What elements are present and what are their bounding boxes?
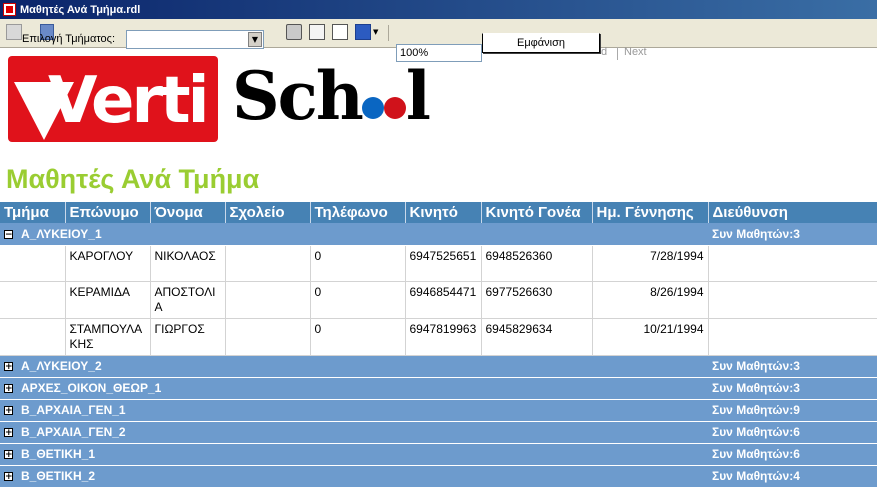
cell-surname: ΚΑΡΟΓΛΟΥ (65, 245, 151, 282)
group-name: ΑΡΧΕΣ_ΟΙΚΟΝ_ΘΕΩΡ_1 (21, 381, 162, 395)
cell-department (0, 318, 66, 356)
cell-parent-mobile: 6948526360 (481, 245, 593, 282)
save-icon[interactable] (355, 24, 371, 40)
expand-icon[interactable]: + (4, 384, 13, 394)
group-summary: Συν Μαθητών:6 (708, 443, 877, 466)
column-header: Ημ. Γέννησης (592, 202, 709, 223)
cell-address (708, 245, 877, 282)
document-map-icon[interactable] (6, 24, 22, 40)
group-summary: Συν Μαθητών:3 (708, 223, 877, 246)
print-icon[interactable] (286, 24, 302, 40)
cell-address (708, 318, 877, 356)
cell-school (225, 281, 311, 319)
expand-icon[interactable]: + (4, 472, 13, 482)
table-row: ΚΑΡΟΓΛΟΥ ΝΙΚΟΛΑΟΣ 0 6947525651 694852636… (0, 245, 877, 282)
group-summary: Συν Μαθητών:3 (708, 377, 877, 400)
logo-person-red-icon (383, 97, 406, 119)
logo-verti: Verti (8, 56, 218, 142)
window-title: Μαθητές Ανά Τμήμα.rdl (20, 3, 141, 16)
expand-icon[interactable]: + (4, 406, 13, 416)
table-header-row: Τμήμα Επώνυμο Όνομα Σχολείο Τηλέφωνο Κιν… (0, 202, 877, 223)
cell-name: ΝΙΚΟΛΑΟΣ (150, 245, 226, 282)
view-report-button[interactable]: Εμφάνιση (482, 33, 600, 53)
students-table: Τμήμα Επώνυμο Όνομα Σχολείο Τηλέφωνο Κιν… (0, 202, 877, 488)
group-row: + Β_ΘΕΤΙΚΗ_1 Συν Μαθητών:6 (0, 443, 877, 466)
column-header: Τηλέφωνο (310, 202, 406, 223)
cell-mobile: 6947819963 (405, 318, 482, 356)
find-link[interactable]: d (601, 46, 607, 58)
toolbar-separator (388, 25, 389, 41)
cell-name: ΓΙΩΡΓΟΣ (150, 318, 226, 356)
window-titlebar: Μαθητές Ανά Τμήμα.rdl (0, 0, 877, 19)
expand-icon[interactable]: + (4, 362, 13, 372)
cell-birthdate: 7/28/1994 (592, 245, 709, 282)
logo-school-tail: l (405, 57, 431, 135)
logo-school: Sch l (232, 56, 431, 136)
group-summary: Συν Μαθητών:6 (708, 421, 877, 444)
logo-verti-text: Verti (48, 64, 210, 138)
column-header: Σχολείο (225, 202, 311, 223)
chevron-down-icon[interactable]: ▼ (248, 32, 262, 47)
group-row: + ΑΡΧΕΣ_ΟΙΚΟΝ_ΘΕΩΡ_1 Συν Μαθητών:3 (0, 377, 877, 400)
cell-phone: 0 (310, 245, 406, 282)
cell-birthdate: 10/21/1994 (592, 318, 709, 356)
logo-person-blue-icon (361, 97, 384, 119)
group-name: Α_ΛΥΚΕΙΟΥ_1 (21, 226, 102, 241)
expand-icon[interactable]: + (4, 450, 13, 460)
group-row: + Β_ΑΡΧΑΙΑ_ΓΕΝ_2 Συν Μαθητών:6 (0, 421, 877, 444)
table-row: ΚΕΡΑΜΙΔΑ ΑΠΟΣΤΟΛΙΑ 0 6946854471 69775266… (0, 281, 877, 319)
cell-phone: 0 (310, 281, 406, 319)
column-header: Κινητό Γονέα (481, 202, 593, 223)
expand-icon[interactable]: + (4, 428, 13, 438)
cell-phone: 0 (310, 318, 406, 356)
chevron-down-icon[interactable]: ▼ (373, 28, 378, 36)
cell-school (225, 318, 311, 356)
cell-parent-mobile: 6977526630 (481, 281, 593, 319)
page-title: Μαθητές Ανά Τμήμα (6, 164, 260, 194)
cell-surname: ΚΕΡΑΜΙΔΑ (65, 281, 151, 319)
print-layout-icon[interactable] (309, 24, 325, 40)
column-header: Τμήμα (0, 202, 66, 223)
group-name: Β_ΘΕΤΙΚΗ_2 (21, 469, 96, 483)
param-label: Επιλογή Τμήματος: (22, 33, 116, 45)
page-setup-icon[interactable] (332, 24, 348, 40)
group-row: + Α_ΛΥΚΕΙΟΥ_2 Συν Μαθητών:3 (0, 355, 877, 378)
app-icon (3, 3, 16, 16)
cell-name: ΑΠΟΣΤΟΛΙΑ (150, 281, 226, 319)
cell-mobile: 6947525651 (405, 245, 482, 282)
logo-school-text: Sch (232, 57, 364, 135)
group-summary: Συν Μαθητών:3 (708, 355, 877, 378)
group-row: − Α_ΛΥΚΕΙΟΥ_1 Συν Μαθητών:3 (0, 223, 877, 246)
table-row: ΣΤΑΜΠΟΥΛΑΚΗΣ ΓΙΩΡΓΟΣ 0 6947819963 694582… (0, 318, 877, 356)
cell-surname: ΣΤΑΜΠΟΥΛΑΚΗΣ (65, 318, 151, 356)
group-summary: Συν Μαθητών:9 (708, 399, 877, 422)
cell-school (225, 245, 311, 282)
column-header: Κινητό (405, 202, 482, 223)
column-header: Όνομα (150, 202, 226, 223)
group-row: + Β_ΑΡΧΑΙΑ_ΓΕΝ_1 Συν Μαθητών:9 (0, 399, 877, 422)
group-row: + Β_ΘΕΤΙΚΗ_2 Συν Μαθητών:4 (0, 465, 877, 488)
group-name: Β_ΘΕΤΙΚΗ_1 (21, 447, 96, 461)
cell-department (0, 245, 66, 282)
find-separator (617, 47, 618, 60)
next-link[interactable]: Next (624, 46, 647, 58)
cell-mobile: 6946854471 (405, 281, 482, 319)
cell-department (0, 281, 66, 319)
group-name: Α_ΛΥΚΕΙΟΥ_2 (21, 359, 102, 373)
cell-address (708, 281, 877, 319)
group-name: Β_ΑΡΧΑΙΑ_ΓΕΝ_2 (21, 425, 126, 439)
cell-birthdate: 8/26/1994 (592, 281, 709, 319)
department-select[interactable]: ▼ (126, 30, 264, 49)
group-name: Β_ΑΡΧΑΙΑ_ΓΕΝ_1 (21, 403, 126, 417)
collapse-icon[interactable]: − (4, 230, 13, 240)
column-header: Διεύθυνση (708, 202, 877, 223)
cell-parent-mobile: 6945829634 (481, 318, 593, 356)
column-header: Επώνυμο (65, 202, 151, 223)
group-summary: Συν Μαθητών:4 (708, 465, 877, 488)
